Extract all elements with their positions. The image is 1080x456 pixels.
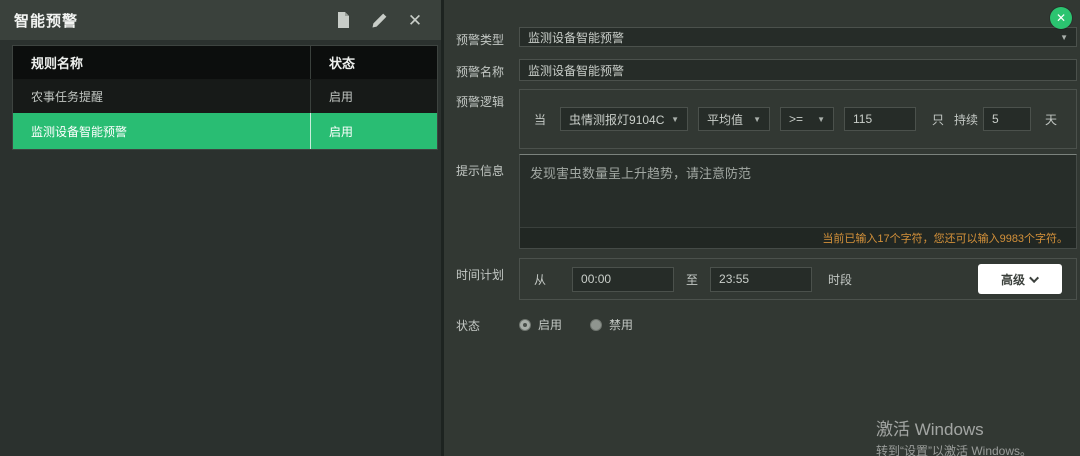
rules-panel: 智能预警 ✕ 规则名称 (0, 0, 441, 456)
advanced-button[interactable]: 高级 (978, 264, 1062, 294)
close-icon: ✕ (1056, 11, 1066, 25)
unit-label: 只 (932, 111, 944, 128)
alert-name-label: 预警名称 (456, 59, 519, 80)
time-from-input[interactable]: 00:00 (572, 267, 674, 292)
edit-pencil-icon[interactable] (369, 10, 389, 30)
alert-type-label: 预警类型 (456, 27, 519, 48)
edit-pencil-glyph (371, 12, 388, 29)
alert-message-label: 提示信息 (456, 154, 519, 179)
status-row: 状态 启用 禁用 (456, 313, 1077, 334)
rule-status-cell: 启用 (310, 113, 437, 149)
operator-select[interactable]: >= ▼ (780, 107, 834, 131)
smart-alert-window: 智能预警 ✕ 规则名称 (0, 0, 1080, 456)
chevron-down-icon: ▼ (753, 115, 761, 124)
time-plan-row: 时间计划 从 00:00 至 23:55 时段 高级 (456, 258, 1077, 300)
metric-value: 平均值 (707, 111, 743, 128)
windows-activation-watermark: 激活 Windows 转到“设置”以激活 Windows。 (876, 415, 1032, 456)
alert-message-row: 提示信息 发现害虫数量呈上升趋势，请注意防范 当前已输入17个字符，您还可以输入… (456, 154, 1077, 249)
device-value: 虫情测报灯9104C (569, 111, 664, 128)
radio-icon (590, 319, 602, 331)
alert-type-value: 监测设备智能预警 (528, 29, 624, 46)
watermark-line2: 转到“设置”以激活 Windows。 (876, 442, 1032, 456)
device-select[interactable]: 虫情测报灯9104C ▼ (560, 107, 688, 131)
status-label: 状态 (456, 313, 519, 334)
radio-enable[interactable]: 启用 (519, 316, 562, 333)
radio-enable-label: 启用 (538, 316, 562, 333)
rules-panel-header: 智能预警 ✕ (0, 0, 441, 40)
radio-disable-label: 禁用 (609, 316, 633, 333)
alert-type-row: 预警类型 监测设备智能预警 ▼ (456, 27, 1077, 48)
duration-input[interactable]: 5 (983, 107, 1031, 131)
rules-table-header: 规则名称 状态 (13, 46, 437, 79)
watermark-line1: 激活 Windows (876, 415, 1032, 440)
column-header-rule-name: 规则名称 (13, 46, 310, 79)
duration-label: 持续 (954, 111, 978, 128)
time-plan-label: 时间计划 (456, 258, 519, 283)
alert-name-row: 预警名称 监测设备智能预警 (456, 59, 1077, 81)
rules-table: 规则名称 状态 农事任务提醒 启用 监测设备智能预警 启用 (12, 45, 438, 150)
chevron-down-icon: ▼ (1060, 33, 1068, 42)
rule-name-cell[interactable]: 农事任务提醒 (13, 80, 310, 113)
to-label: 至 (686, 271, 698, 288)
close-form-button[interactable]: ✕ (1050, 7, 1072, 29)
table-row-selected[interactable]: 监测设备智能预警 启用 (13, 113, 437, 149)
advanced-label: 高级 (1001, 271, 1025, 288)
alert-logic-box: 当 虫情测报灯9104C ▼ 平均值 ▼ >= ▼ (519, 89, 1077, 149)
rule-status-cell: 启用 (310, 80, 437, 113)
period-label: 时段 (828, 271, 852, 288)
alert-form: 预警类型 监测设备智能预警 ▼ 预警名称 监测设备智能预警 预警逻辑 (444, 0, 1080, 334)
panel-title: 智能预警 (14, 10, 333, 31)
radio-icon (519, 319, 531, 331)
delete-x-icon[interactable]: ✕ (405, 10, 425, 30)
alert-name-input[interactable]: 监测设备智能预警 (519, 59, 1077, 81)
table-row[interactable]: 农事任务提醒 启用 (13, 79, 437, 113)
char-counter: 当前已输入17个字符，您还可以输入9983个字符。 (520, 227, 1076, 248)
alert-edit-form-panel: ✕ 预警类型 监测设备智能预警 ▼ 预警名称 监测设备智能预警 预警逻 (444, 0, 1080, 456)
time-plan-box: 从 00:00 至 23:55 时段 高级 (519, 258, 1077, 300)
column-header-status: 状态 (310, 46, 437, 79)
chevron-down-icon (1029, 273, 1039, 283)
time-to-input[interactable]: 23:55 (710, 267, 812, 292)
chevron-down-icon: ▼ (671, 115, 679, 124)
alert-message-value: 发现害虫数量呈上升趋势，请注意防范 (520, 155, 1076, 227)
alert-message-textarea[interactable]: 发现害虫数量呈上升趋势，请注意防范 当前已输入17个字符，您还可以输入9983个… (519, 154, 1077, 249)
metric-select[interactable]: 平均值 ▼ (698, 107, 770, 131)
alert-logic-label: 预警逻辑 (456, 89, 519, 110)
chevron-down-icon: ▼ (817, 115, 825, 124)
radio-disable[interactable]: 禁用 (590, 316, 633, 333)
threshold-input[interactable]: 115 (844, 107, 916, 131)
status-options: 启用 禁用 (519, 313, 1077, 333)
rule-name-cell[interactable]: 监测设备智能预警 (13, 113, 310, 149)
when-label: 当 (534, 111, 546, 128)
alert-type-select[interactable]: 监测设备智能预警 ▼ (519, 27, 1077, 47)
alert-logic-row: 预警逻辑 当 虫情测报灯9104C ▼ 平均值 ▼ (456, 89, 1077, 149)
panel-actions: ✕ (333, 10, 425, 30)
x-glyph: ✕ (408, 12, 422, 29)
from-label: 从 (534, 271, 546, 288)
new-document-glyph (335, 11, 351, 29)
operator-value: >= (789, 112, 803, 126)
days-label: 天 (1045, 111, 1057, 128)
new-document-icon[interactable] (333, 10, 353, 30)
